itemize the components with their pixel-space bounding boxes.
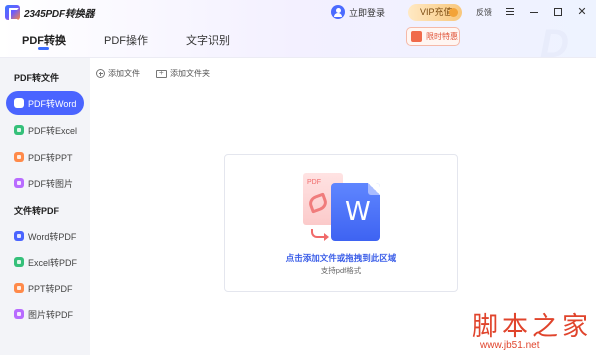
excel-icon [14, 125, 24, 135]
maximize-icon [554, 8, 562, 16]
add-file-button[interactable]: 添加文件 [96, 68, 140, 79]
vip-recharge-button[interactable]: VIP充值 [408, 4, 462, 21]
sidebar-item-pdf-to-word[interactable]: PDF转Word [6, 91, 84, 115]
site-watermark-url: www.jb51.net [480, 340, 540, 351]
sidebar-item-pdf-to-image[interactable]: PDF转图片 [6, 171, 84, 195]
word-icon-letter: W [345, 197, 371, 227]
app-logo: 2345PDF转换器 [5, 5, 95, 21]
convert-arrow-icon [311, 229, 329, 241]
sidebar-item-excel-to-pdf[interactable]: Excel转PDF [6, 250, 84, 274]
sidebar-item-label: PDF转Excel [28, 125, 78, 136]
add-folder-icon [156, 68, 167, 78]
word-icon [14, 98, 24, 108]
pdf-icon-label: PDF [307, 179, 321, 186]
menu-button[interactable] [502, 4, 518, 20]
site-watermark: 脚本之家 [472, 312, 593, 342]
tab-pdf-convert[interactable]: PDF转换 [22, 32, 66, 50]
ppt-icon [14, 152, 24, 162]
menu-icon [506, 8, 514, 15]
app-title: 2345PDF转换器 [24, 9, 95, 20]
sidebar-item-label: PDF转Word [28, 98, 77, 109]
pdf-symbol-icon [306, 192, 330, 214]
tab-text-recognition[interactable]: 文字识别 [186, 32, 230, 48]
logo-icon [5, 5, 20, 21]
file-toolbar: 添加文件 添加文件夹 [96, 68, 226, 79]
minimize-icon [530, 12, 538, 13]
main-tabs: PDF转换 PDF操作 文字识别 [22, 32, 268, 50]
sidebar-item-label: PDF转图片 [28, 178, 74, 189]
header-decoration: D [540, 22, 569, 66]
image-icon [14, 309, 24, 319]
sidebar-item-label: 图片转PDF [28, 309, 74, 320]
sidebar-item-word-to-pdf[interactable]: Word转PDF [6, 224, 84, 248]
word-icon [14, 231, 24, 241]
sidebar: PDF转文件 PDF转Word PDF转Excel PDF转PPT PDF转图片… [0, 58, 90, 355]
section-title-pdf-to-file: PDF转文件 [14, 73, 60, 83]
limited-offer-button[interactable]: 限时特惠 [406, 27, 460, 46]
sidebar-item-label: PPT转PDF [28, 283, 73, 294]
add-folder-button[interactable]: 添加文件夹 [156, 68, 210, 79]
sidebar-item-pdf-to-ppt[interactable]: PDF转PPT [6, 145, 84, 169]
file-drop-zone[interactable]: PDF W 点击添加文件或拖拽到此区域 支持pdf格式 [224, 154, 458, 292]
ppt-icon [14, 283, 24, 293]
word-document-icon: W [331, 183, 380, 241]
drop-zone-title[interactable]: 点击添加文件或拖拽到此区域 [225, 252, 457, 264]
sidebar-item-pdf-to-excel[interactable]: PDF转Excel [6, 118, 84, 142]
active-tab-indicator [38, 47, 49, 50]
promo-label: 限时特惠 [426, 32, 458, 41]
minimize-button[interactable] [526, 4, 542, 20]
add-folder-label: 添加文件夹 [170, 69, 210, 78]
user-avatar-icon [331, 5, 345, 19]
add-file-label: 添加文件 [108, 69, 140, 78]
sidebar-item-ppt-to-pdf[interactable]: PPT转PDF [6, 276, 84, 300]
section-title-file-to-pdf: 文件转PDF [14, 206, 60, 216]
sidebar-item-label: PDF转PPT [28, 152, 73, 163]
tab-label: 文字识别 [186, 35, 230, 47]
title-bar: 2345PDF转换器 立即登录 VIP充值 反馈 ✕ PDF转换 PDF操作 文… [0, 0, 596, 66]
tab-pdf-operations[interactable]: PDF操作 [104, 32, 148, 48]
gift-icon [411, 31, 422, 42]
sidebar-item-label: Word转PDF [28, 231, 77, 242]
excel-icon [14, 257, 24, 267]
maximize-button[interactable] [550, 4, 566, 20]
close-button[interactable]: ✕ [574, 4, 590, 20]
sidebar-item-image-to-pdf[interactable]: 图片转PDF [6, 302, 84, 326]
close-icon: ✕ [577, 5, 587, 18]
login-label: 立即登录 [349, 7, 386, 18]
image-icon [14, 178, 24, 188]
tab-label: PDF转换 [22, 35, 66, 47]
login-button[interactable]: 立即登录 [331, 5, 385, 19]
drop-zone-subtitle: 支持pdf格式 [320, 266, 362, 275]
feedback-link[interactable]: 反馈 [476, 7, 492, 18]
tab-label: PDF操作 [104, 35, 148, 47]
add-icon [96, 69, 105, 78]
sidebar-item-label: Excel转PDF [28, 257, 78, 268]
